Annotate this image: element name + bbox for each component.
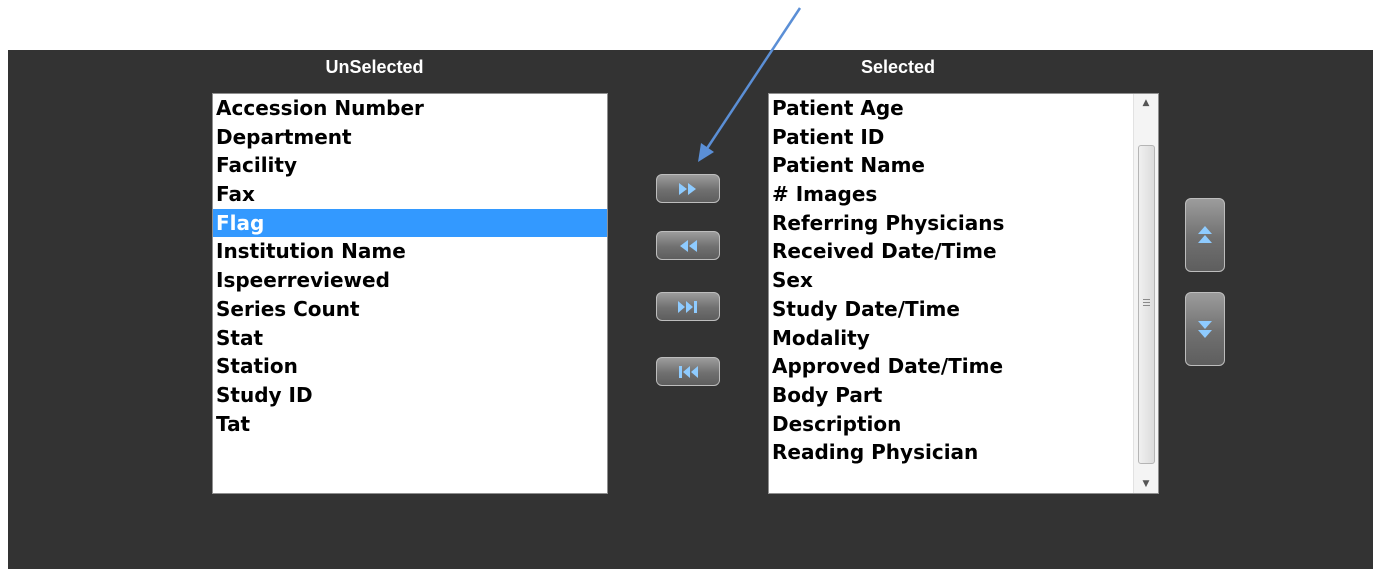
list-item[interactable]: Patient Name bbox=[769, 151, 1158, 180]
list-item[interactable]: # Images bbox=[769, 180, 1158, 209]
list-item[interactable]: Ispeerreviewed bbox=[213, 266, 607, 295]
scrollbar-thumb[interactable] bbox=[1138, 145, 1155, 464]
list-item[interactable]: Station bbox=[213, 352, 607, 381]
list-item[interactable]: Facility bbox=[213, 151, 607, 180]
remove-all-button[interactable] bbox=[656, 357, 720, 386]
list-item[interactable]: Tat bbox=[213, 410, 607, 439]
move-down-icon bbox=[1198, 321, 1212, 338]
list-item[interactable]: Series Count bbox=[213, 295, 607, 324]
selected-listbox[interactable]: Patient Age Patient ID Patient Name # Image… bbox=[768, 93, 1159, 494]
move-all-left-icon bbox=[679, 365, 698, 378]
list-item[interactable]: Accession Number bbox=[213, 94, 607, 123]
list-item[interactable]: Description bbox=[769, 410, 1158, 439]
list-item[interactable]: Referring Physicians bbox=[769, 209, 1158, 238]
list-item[interactable]: Department bbox=[213, 123, 607, 152]
list-item[interactable]: Flag bbox=[213, 208, 607, 238]
unselected-listbox[interactable]: Accession Number Department Facility Fax Fla… bbox=[212, 93, 608, 494]
scrollbar-grip-icon bbox=[1143, 299, 1150, 300]
remove-selected-button[interactable] bbox=[656, 231, 720, 260]
list-item[interactable]: Stat bbox=[213, 324, 607, 353]
list-item[interactable]: Patient Age bbox=[769, 94, 1158, 123]
list-item[interactable]: Study Date/Time bbox=[769, 295, 1158, 324]
list-item[interactable]: Study ID bbox=[213, 381, 607, 410]
list-item[interactable]: Received Date/Time bbox=[769, 237, 1158, 266]
list-item[interactable]: Reading Physician bbox=[769, 438, 1158, 467]
list-item[interactable]: Sex bbox=[769, 266, 1158, 295]
unselected-list: Accession Number Department Facility Fax Fla… bbox=[213, 94, 607, 438]
list-item[interactable]: Patient ID bbox=[769, 123, 1158, 152]
selected-list-scrollbar[interactable]: ▲ ▼ bbox=[1133, 94, 1158, 493]
add-selected-button[interactable] bbox=[656, 174, 720, 203]
scroll-down-arrow-icon[interactable]: ▼ bbox=[1134, 475, 1158, 493]
scroll-up-arrow-icon[interactable]: ▲ bbox=[1134, 94, 1158, 112]
move-all-right-icon bbox=[678, 300, 697, 313]
move-left-icon bbox=[680, 239, 697, 252]
move-up-button[interactable] bbox=[1185, 198, 1225, 272]
list-item[interactable]: Approved Date/Time bbox=[769, 352, 1158, 381]
selected-list: Patient Age Patient ID Patient Name # Image… bbox=[769, 94, 1158, 467]
list-item[interactable]: Body Part bbox=[769, 381, 1158, 410]
add-all-button[interactable] bbox=[656, 292, 720, 321]
list-item[interactable]: Fax bbox=[213, 180, 607, 209]
move-up-icon bbox=[1198, 226, 1212, 243]
unselected-heading: UnSelected bbox=[325, 57, 424, 77]
move-down-button[interactable] bbox=[1185, 292, 1225, 366]
list-item[interactable]: Modality bbox=[769, 324, 1158, 353]
selected-heading: Selected bbox=[860, 57, 936, 77]
list-item[interactable]: Institution Name bbox=[213, 237, 607, 266]
move-right-icon bbox=[679, 182, 696, 195]
